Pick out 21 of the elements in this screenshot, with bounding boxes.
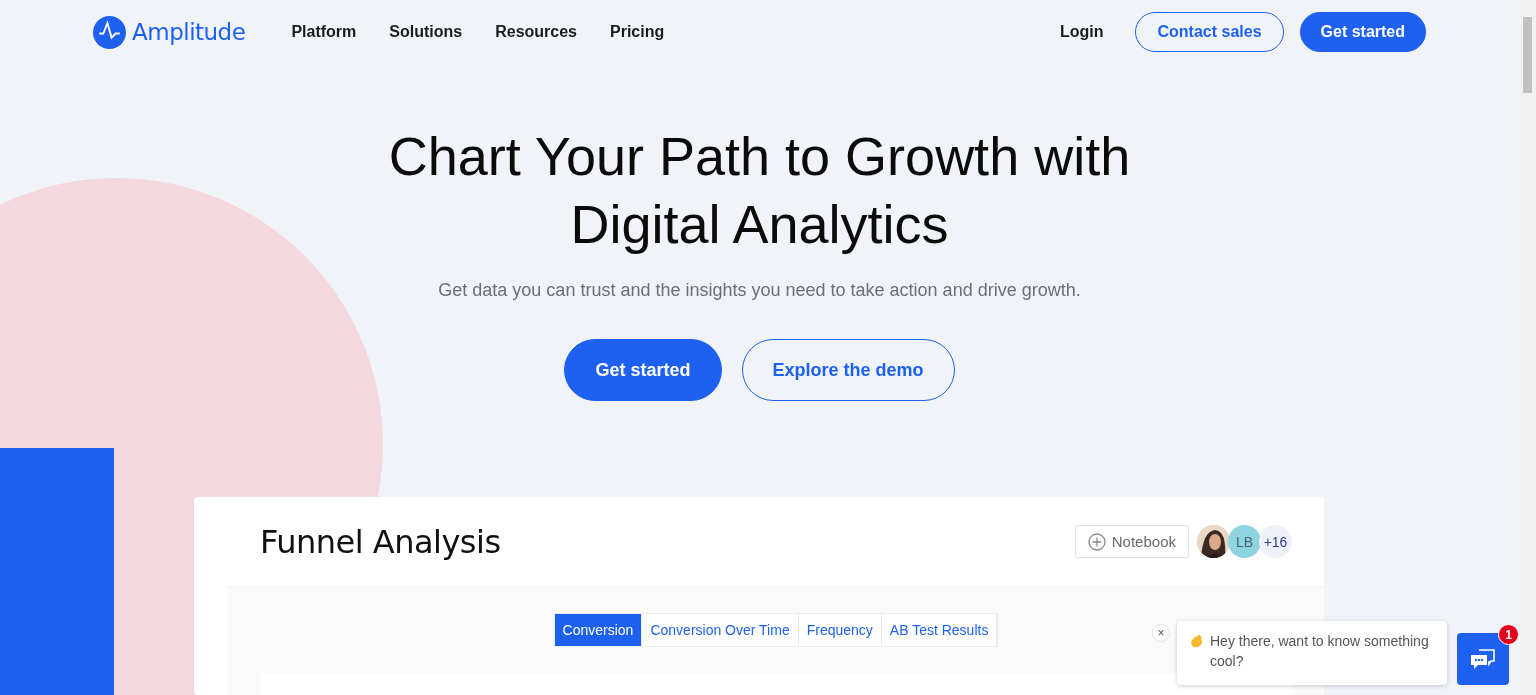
- hero-title: Chart Your Path to Growth with Digital Analytics: [388, 125, 1131, 256]
- brand-name: Amplitude: [132, 19, 246, 45]
- nav-link[interactable]: Resources: [495, 23, 577, 41]
- logo-icon: [93, 15, 126, 49]
- nav-link[interactable]: Platform: [291, 23, 357, 41]
- get-started-button[interactable]: Get started: [564, 339, 722, 401]
- nav-link[interactable]: Solutions: [389, 23, 463, 41]
- chat-icon: [1469, 647, 1497, 671]
- nav-link[interactable]: Pricing: [610, 23, 665, 41]
- hero-subtitle: Get data you can trust and the insights you need to take action and drive growth.: [438, 280, 1081, 301]
- tab[interactable]: Conversion: [554, 614, 643, 646]
- notebook-button[interactable]: Notebook: [1074, 525, 1189, 558]
- more-users-count: +16: [1259, 525, 1292, 558]
- add-icon: [1087, 532, 1106, 551]
- chat-message: Hey there, want to know something cool?: [1210, 632, 1430, 671]
- card-title: Funnel Analysis: [260, 522, 501, 561]
- avatar: LB: [1228, 525, 1261, 558]
- get-started-button[interactable]: Get started: [1299, 12, 1426, 52]
- notification-badge: 1: [1498, 624, 1519, 645]
- scrollbar[interactable]: [1519, 0, 1536, 695]
- login-link[interactable]: Login: [1059, 23, 1104, 41]
